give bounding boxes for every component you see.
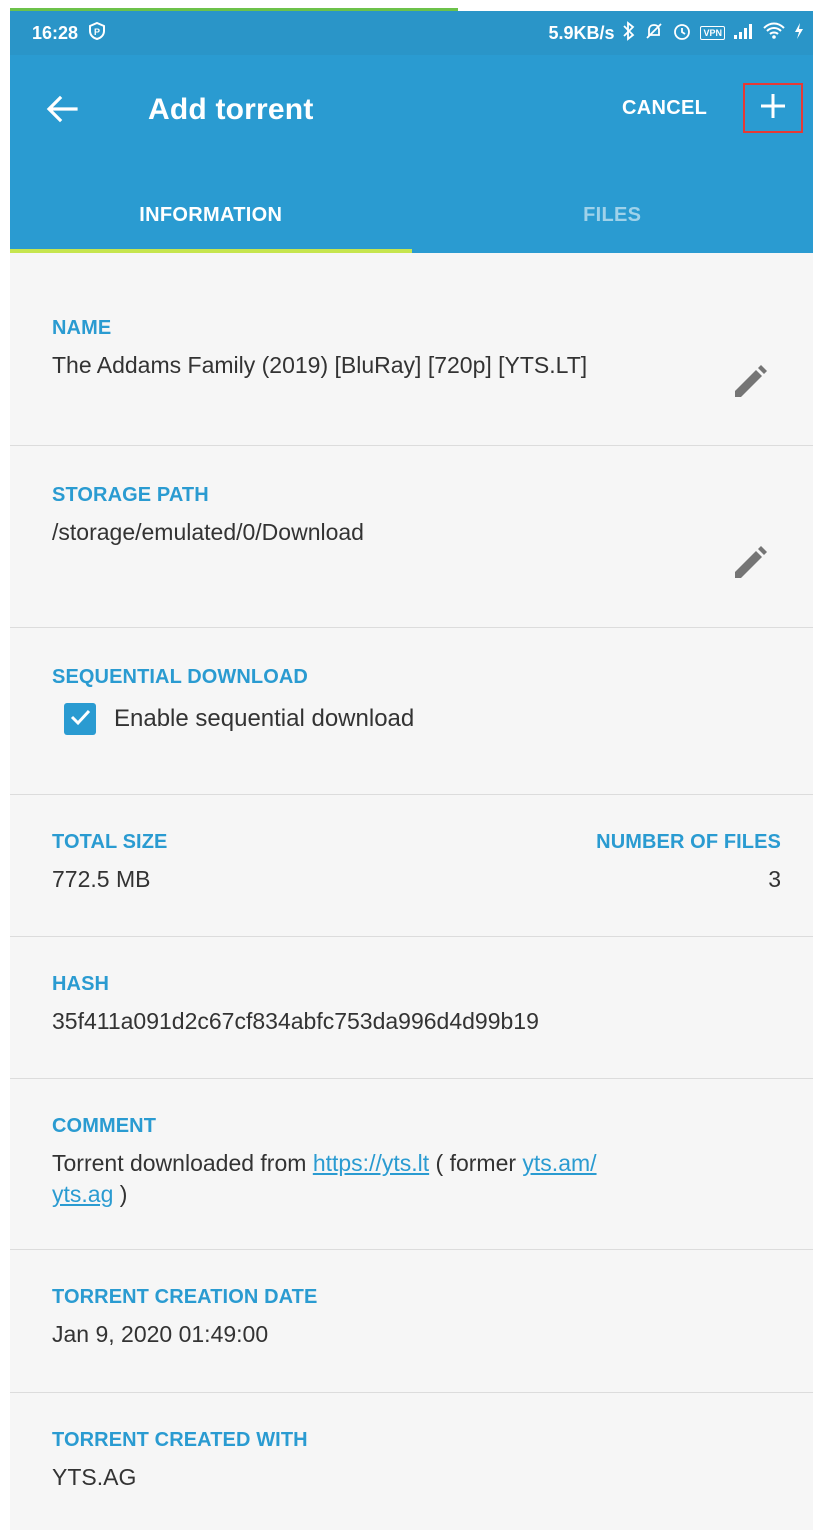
checkmark-icon <box>68 705 92 734</box>
comment-label: COMMENT <box>52 1115 157 1137</box>
tab-files-label: FILES <box>583 203 642 226</box>
status-time: 16:28 <box>32 22 79 43</box>
sequential-download-row[interactable]: Enable sequential download <box>64 703 813 735</box>
comment-text-after: ) <box>113 1181 128 1207</box>
name-label: NAME <box>52 317 112 339</box>
signal-icon <box>733 22 755 44</box>
status-net-speed: 5.9KB/s <box>548 22 615 43</box>
number-of-files-label: NUMBER OF FILES <box>596 831 781 853</box>
tab-files[interactable]: FILES <box>412 177 813 253</box>
p-badge-icon: P <box>88 21 106 44</box>
bluetooth-icon <box>622 21 636 45</box>
creation-date-section: TORRENT CREATION DATE Jan 9, 2020 01:49:… <box>10 1250 813 1393</box>
tab-information[interactable]: INFORMATION <box>10 177 412 253</box>
size-section: TOTAL SIZE 772.5 MB NUMBER OF FILES 3 <box>10 795 813 937</box>
pencil-icon <box>727 365 771 409</box>
hash-label: HASH <box>52 973 110 995</box>
edit-storage-path-button[interactable] <box>727 542 771 586</box>
sequential-download-checkbox[interactable] <box>64 703 96 735</box>
sequential-download-checkbox-label: Enable sequential download <box>114 705 415 732</box>
hash-value: 35f411a091d2c67cf834abfc753da996d4d99b19 <box>52 1008 539 1034</box>
cancel-button[interactable]: CANCEL <box>622 97 707 120</box>
edit-name-button[interactable] <box>727 361 771 405</box>
creation-date-value: Jan 9, 2020 01:49:00 <box>52 1321 269 1347</box>
created-with-label: TORRENT CREATED WITH <box>52 1429 308 1451</box>
charging-icon <box>793 22 805 44</box>
comment-text-middle: ( former <box>429 1150 523 1176</box>
name-value: The Addams Family (2019) [BluRay] [720p]… <box>52 352 588 378</box>
comment-link-yts-am[interactable]: yts.am/ <box>522 1150 596 1176</box>
name-section: NAME The Addams Family (2019) [BluRay] [… <box>10 253 813 446</box>
comment-value: Torrent downloaded from https://yts.lt (… <box>52 1148 813 1210</box>
page-title: Add torrent <box>148 93 314 126</box>
add-torrent-button[interactable] <box>743 83 803 133</box>
hash-section: HASH 35f411a091d2c67cf834abfc753da996d4d… <box>10 937 813 1079</box>
mute-icon <box>644 21 664 45</box>
created-with-value: YTS.AG <box>52 1464 137 1490</box>
number-of-files-column: NUMBER OF FILES 3 <box>596 831 781 895</box>
tab-bar: INFORMATION FILES <box>10 177 813 253</box>
sequential-download-label: SEQUENTIAL DOWNLOAD <box>52 666 308 688</box>
status-bar: 16:28 P 5.9KB/s VPN <box>10 11 813 55</box>
tab-information-label: INFORMATION <box>139 203 283 226</box>
storage-path-label: STORAGE PATH <box>52 484 209 506</box>
information-panel: NAME The Addams Family (2019) [BluRay] [… <box>10 253 813 1530</box>
comment-text-before: Torrent downloaded from <box>52 1150 313 1176</box>
app-bar: Add torrent CANCEL INFORMATION FILES <box>10 55 813 253</box>
svg-text:P: P <box>94 27 100 37</box>
comment-link-yts-lt[interactable]: https://yts.lt <box>313 1150 429 1176</box>
created-with-section: TORRENT CREATED WITH YTS.AG <box>10 1393 813 1530</box>
storage-path-value: /storage/emulated/0/Download <box>52 519 364 545</box>
storage-path-section: STORAGE PATH /storage/emulated/0/Downloa… <box>10 446 813 628</box>
back-arrow-icon[interactable] <box>40 87 84 131</box>
comment-section: COMMENT Torrent downloaded from https://… <box>10 1079 813 1250</box>
alarm-icon <box>672 21 692 45</box>
creation-date-label: TORRENT CREATION DATE <box>52 1286 318 1308</box>
plus-icon <box>759 92 787 125</box>
pencil-icon <box>727 546 771 590</box>
vpn-icon: VPN <box>700 26 725 40</box>
wifi-icon <box>763 22 785 44</box>
number-of-files-value: 3 <box>768 866 781 892</box>
sequential-download-section: SEQUENTIAL DOWNLOAD Enable sequential do… <box>10 628 813 795</box>
comment-link-yts-ag[interactable]: yts.ag <box>52 1181 113 1207</box>
